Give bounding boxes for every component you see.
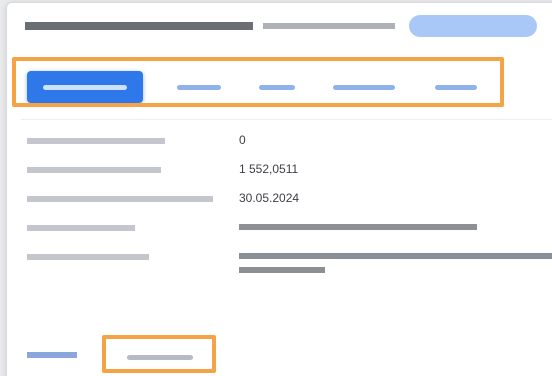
tab-2[interactable] (167, 71, 231, 103)
dialog-title (25, 17, 253, 33)
detail-label (27, 164, 161, 176)
details-list: 0 1 552,0511 30.05.2024 (27, 129, 552, 277)
tab-bar (21, 63, 509, 109)
detail-value: 0 (239, 133, 246, 147)
dialog-window: 0 1 552,0511 30.05.2024 (6, 2, 552, 376)
title-bar (15, 15, 537, 37)
tab-1[interactable] (27, 71, 143, 103)
tab-3-text-placeholder (259, 84, 295, 90)
footer-link[interactable] (27, 349, 77, 361)
detail-row: 30.05.2024 (27, 187, 552, 216)
footer-button[interactable] (119, 345, 215, 369)
detail-label (27, 193, 213, 205)
tab-4-text-placeholder (333, 84, 395, 90)
detail-label (27, 222, 135, 234)
tab-4[interactable] (323, 71, 405, 103)
detail-label (27, 251, 149, 263)
dialog-footer (23, 341, 223, 373)
detail-value (239, 220, 477, 233)
detail-row: 1 552,0511 (27, 158, 552, 187)
divider (21, 119, 552, 120)
footer-button-text-placeholder (127, 354, 193, 360)
detail-row (27, 245, 552, 277)
status-pill-button[interactable] (409, 15, 537, 37)
detail-value: 30.05.2024 (239, 191, 300, 205)
detail-value (239, 249, 552, 277)
tab-3[interactable] (249, 71, 305, 103)
tab-5[interactable] (425, 71, 487, 103)
detail-value: 1 552,0511 (239, 162, 299, 176)
tab-1-text-placeholder (43, 84, 127, 90)
detail-label (27, 135, 165, 147)
detail-row: 0 (27, 129, 552, 158)
tab-5-text-placeholder (435, 84, 477, 90)
detail-row (27, 216, 552, 245)
tab-2-text-placeholder (177, 84, 221, 90)
title-meta (263, 20, 395, 32)
